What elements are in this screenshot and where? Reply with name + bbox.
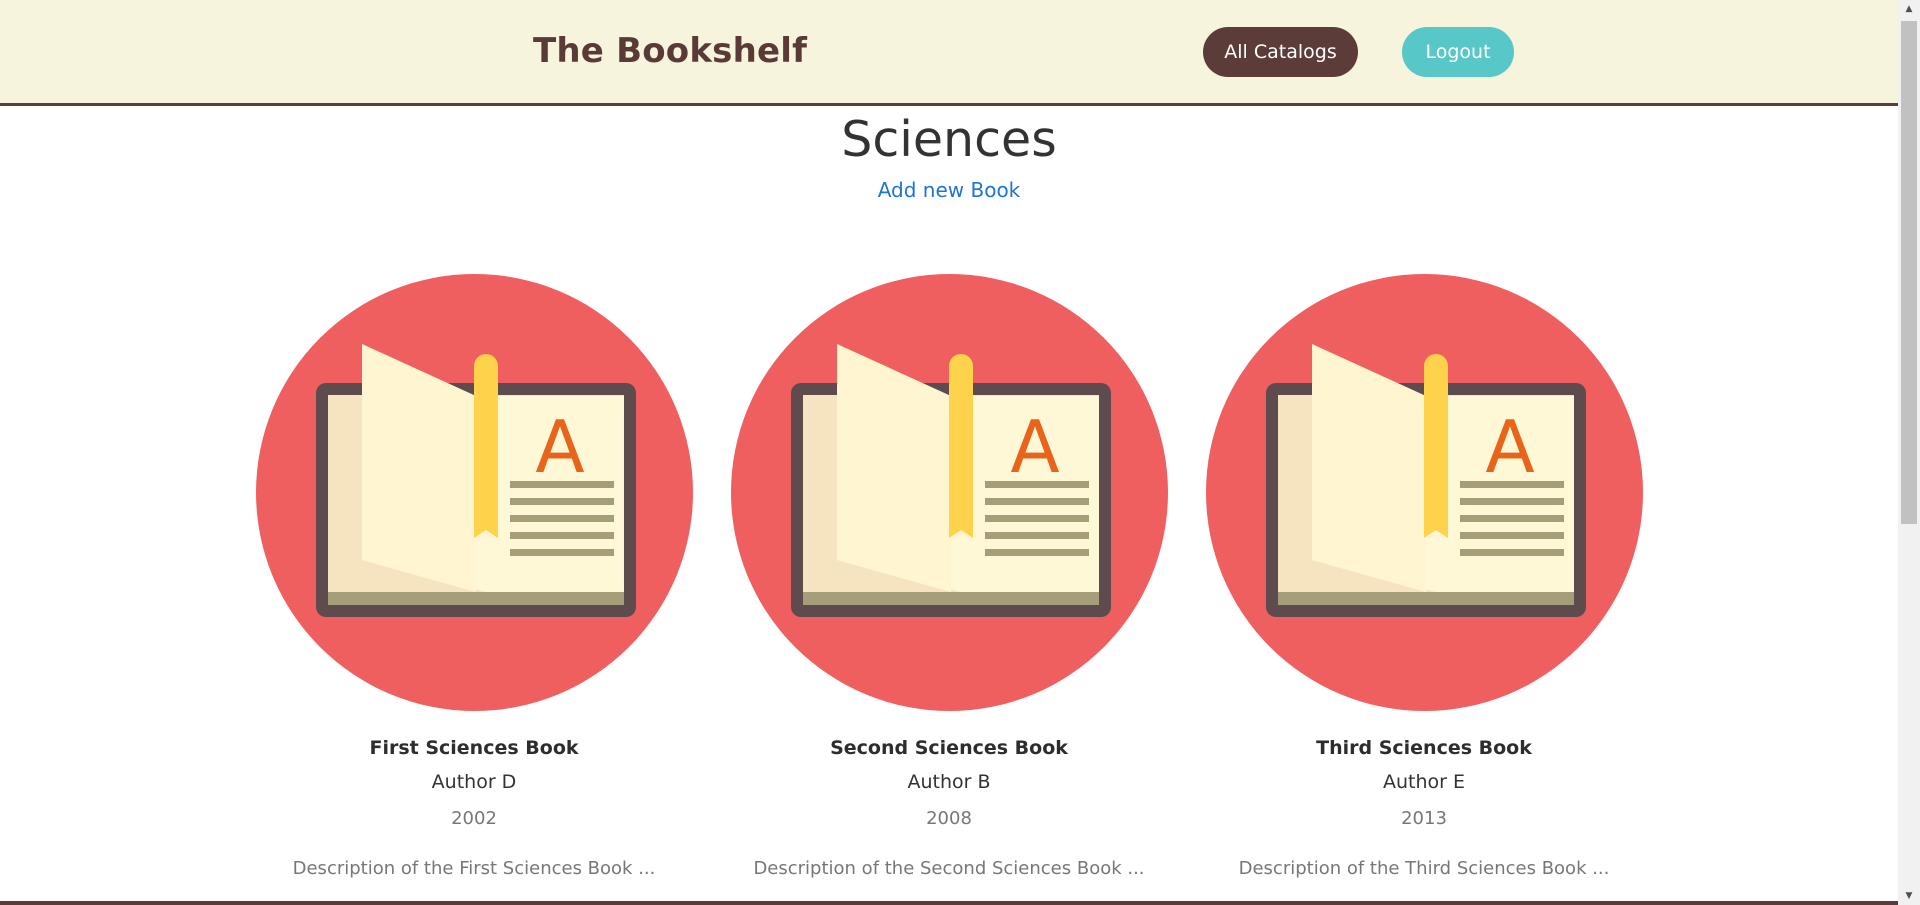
book-title[interactable]: Second Sciences Book <box>729 737 1169 759</box>
page-title: Sciences <box>841 111 1057 168</box>
book-description: Description of the First Sciences Book .… <box>292 858 656 879</box>
open-book-icon[interactable]: A <box>1206 274 1643 711</box>
book-year: 2013 <box>1401 808 1447 829</box>
logout-button[interactable]: Logout <box>1402 27 1514 77</box>
book-title[interactable]: First Sciences Book <box>254 737 694 759</box>
vertical-scrollbar[interactable]: ▲ ▼ <box>1898 0 1920 905</box>
scroll-up-icon[interactable]: ▲ <box>1898 0 1920 18</box>
open-book-icon[interactable]: A <box>731 274 1168 711</box>
footer-divider <box>0 901 1898 905</box>
svg-text:A: A <box>1010 405 1059 489</box>
book-title[interactable]: Third Sciences Book <box>1204 737 1644 759</box>
add-book-link-row: Add new Book <box>0 178 1898 202</box>
svg-text:A: A <box>535 405 584 489</box>
svg-text:A: A <box>1485 405 1534 489</box>
book-author: Author B <box>907 771 991 793</box>
brand-title[interactable]: The Bookshelf <box>533 31 807 71</box>
book-card[interactable]: A Third Sciences Book Author E 2013 Desc… <box>1204 274 1644 905</box>
book-description: Description of the Second Sciences Book … <box>753 858 1145 879</box>
scrollbar-thumb[interactable] <box>1901 21 1917 524</box>
navbar: The Bookshelf All Catalogs Logout <box>0 0 1898 106</box>
book-description: Description of the Third Sciences Book .… <box>1238 858 1610 879</box>
book-card[interactable]: A First Sciences Book Author D 2002 Desc… <box>254 274 694 905</box>
book-author: Author E <box>1382 771 1465 793</box>
open-book-icon[interactable]: A <box>256 274 693 711</box>
book-year: 2002 <box>451 808 497 829</box>
add-new-book-link[interactable]: Add new Book <box>878 178 1021 202</box>
book-author: Author D <box>431 771 517 793</box>
book-year: 2008 <box>926 808 972 829</box>
scroll-down-icon[interactable]: ▼ <box>1898 887 1920 905</box>
book-card[interactable]: A Second Sciences Book Author B 2008 Des… <box>729 274 1169 905</box>
all-catalogs-button[interactable]: All Catalogs <box>1203 27 1358 77</box>
